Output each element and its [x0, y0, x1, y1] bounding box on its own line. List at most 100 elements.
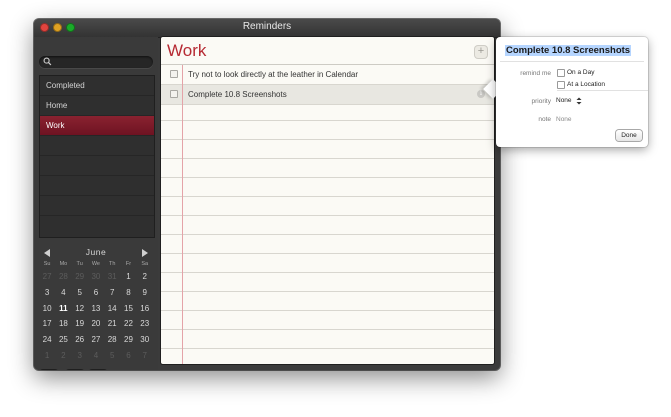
reminder-text[interactable]: Complete 10.8 Screenshots: [188, 85, 287, 104]
calendar-day[interactable]: 2: [55, 348, 71, 364]
reminder-checkbox[interactable]: [170, 90, 178, 98]
calendar-day[interactable]: 10: [39, 301, 55, 317]
calendar-day[interactable]: 18: [55, 316, 71, 332]
calendar-day[interactable]: 2: [137, 269, 153, 285]
calendar-day[interactable]: 20: [88, 316, 104, 332]
weekday-label: Su: [43, 261, 51, 267]
reminder-checkbox[interactable]: [170, 70, 178, 78]
reminder-details-popover: Complete 10.8 Screenshots remind me On a…: [496, 37, 648, 147]
calendar-day[interactable]: 6: [88, 285, 104, 301]
popover-title[interactable]: Complete 10.8 Screenshots: [505, 45, 632, 56]
calendar-day[interactable]: 4: [88, 348, 104, 364]
sidebar-empty-row: [40, 176, 154, 196]
popover-divider: [500, 61, 644, 62]
calendar-day[interactable]: 28: [104, 332, 120, 348]
calendar-weekdays: Su Mo Tu We Th Fr Sa: [39, 261, 153, 269]
calendar-day[interactable]: 15: [120, 301, 136, 317]
lists-panel: Completed Home Work: [39, 75, 155, 238]
add-reminder-button[interactable]: +: [475, 46, 487, 58]
calendar-day[interactable]: 29: [120, 332, 136, 348]
calendar-day[interactable]: 12: [72, 301, 88, 317]
on-a-day-checkbox[interactable]: [557, 69, 565, 77]
window-title: Reminders: [242, 21, 292, 32]
calendar-day[interactable]: 30: [88, 269, 104, 285]
reminders-window: Reminders Completed Home Work June Su Mo…: [34, 19, 500, 370]
calendar-day[interactable]: 5: [104, 348, 120, 364]
mini-calendar: June Su Mo Tu We Th Fr Sa 27 28 29 30 31 1 2 3 4 5 6 7 8 9 1…: [39, 246, 153, 365]
calendar-day[interactable]: 31: [104, 269, 120, 285]
sidebar-item-label: Work: [46, 121, 65, 130]
sidebar: Completed Home Work June Su Mo Tu We Th Fr Sa …: [34, 37, 158, 370]
weekday-label: Mo: [59, 261, 68, 267]
calendar-day[interactable]: 27: [39, 269, 55, 285]
calendar-day-today[interactable]: 11: [55, 301, 71, 317]
calendar-day[interactable]: 29: [72, 269, 88, 285]
sidebar-item-home[interactable]: Home: [40, 96, 154, 116]
calendar-day[interactable]: 21: [104, 316, 120, 332]
calendar-day[interactable]: 3: [72, 348, 88, 364]
calendar-day[interactable]: 9: [137, 285, 153, 301]
remind-me-label: remind me: [520, 70, 551, 77]
note-field[interactable]: None: [556, 116, 572, 123]
search-field[interactable]: [39, 56, 153, 68]
calendar-day[interactable]: 24: [39, 332, 55, 348]
calendar-day[interactable]: 17: [39, 316, 55, 332]
sidebar-empty-row: [40, 136, 154, 156]
calendar-day[interactable]: 16: [137, 301, 153, 317]
calendar-day[interactable]: 3: [39, 285, 55, 301]
calendar-grid: 27 28 29 30 31 1 2 3 4 5 6 7 8 9 10 11 12 13 14 15 16 17 18 19 2…: [39, 269, 153, 364]
sidebar-item-label: Completed: [46, 81, 85, 90]
calendar-day[interactable]: 22: [120, 316, 136, 332]
weekday-label: Th: [108, 261, 116, 267]
reminder-list-pane: Work + Try not to look directly at the l…: [161, 37, 494, 364]
priority-popup-button[interactable]: None: [556, 97, 572, 104]
reminder-row[interactable]: Try not to look directly at the leather …: [161, 65, 494, 85]
reminder-text[interactable]: Try not to look directly at the leather …: [188, 65, 358, 84]
weekday-label: Sa: [141, 261, 149, 267]
calendar-day[interactable]: 7: [137, 348, 153, 364]
calendar-day[interactable]: 1: [39, 348, 55, 364]
popup-arrows-icon[interactable]: [576, 97, 582, 105]
calendar-day[interactable]: 13: [88, 301, 104, 317]
weekday-label: Fr: [125, 261, 132, 267]
info-icon[interactable]: i: [477, 90, 485, 98]
calendar-day[interactable]: 26: [72, 332, 88, 348]
calendar-day[interactable]: 28: [55, 269, 71, 285]
sidebar-empty-row: [40, 156, 154, 176]
note-label: note: [538, 116, 551, 123]
calendar-day[interactable]: 27: [88, 332, 104, 348]
calendar-day[interactable]: 25: [55, 332, 71, 348]
search-input[interactable]: [55, 56, 147, 68]
sidebar-item-label: Home: [46, 101, 68, 110]
next-month-icon[interactable]: [142, 249, 148, 257]
calendar-day[interactable]: 23: [137, 316, 153, 332]
calendar-day[interactable]: 14: [104, 301, 120, 317]
calendar-day[interactable]: 4: [55, 285, 71, 301]
sidebar-empty-row: [40, 216, 154, 235]
sidebar-item-work[interactable]: Work: [40, 116, 154, 136]
search-icon: [43, 57, 52, 66]
on-a-day-label[interactable]: On a Day: [567, 69, 594, 76]
calendar-day[interactable]: 8: [120, 285, 136, 301]
at-a-location-label[interactable]: At a Location: [567, 81, 605, 88]
sidebar-item-completed[interactable]: Completed: [40, 76, 154, 96]
at-a-location-checkbox[interactable]: [557, 81, 565, 89]
calendar-day[interactable]: 7: [104, 285, 120, 301]
margin-line: [182, 65, 183, 364]
list-title: Work: [167, 41, 207, 60]
calendar-month: June: [85, 247, 107, 257]
calendar-day[interactable]: 19: [72, 316, 88, 332]
calendar-day[interactable]: 6: [120, 348, 136, 364]
popover-divider: [557, 90, 648, 91]
paper-ruling: [161, 83, 494, 364]
reminder-row-selected[interactable]: Complete 10.8 Screenshots i: [161, 85, 494, 105]
calendar-day[interactable]: 5: [72, 285, 88, 301]
sidebar-empty-row: [40, 196, 154, 216]
priority-label: priority: [531, 98, 551, 105]
weekday-label: Tu: [76, 261, 83, 267]
weekday-label: We: [91, 261, 100, 267]
done-button[interactable]: Done: [616, 130, 642, 141]
calendar-day[interactable]: 30: [137, 332, 153, 348]
title-bar[interactable]: Reminders: [34, 19, 500, 38]
calendar-day[interactable]: 1: [120, 269, 136, 285]
